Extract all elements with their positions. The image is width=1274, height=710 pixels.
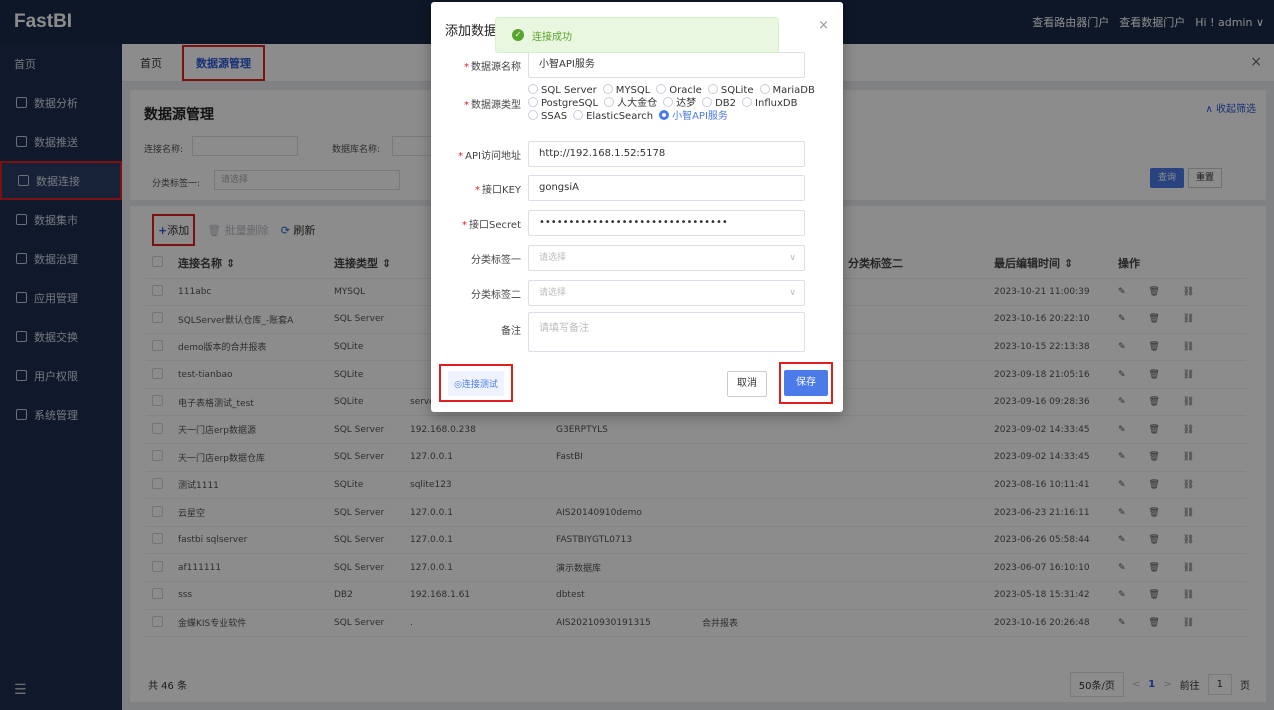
type-label: * 数据源类型 (464, 100, 521, 111)
datasource-name-input[interactable]: 小智API服务 (528, 52, 805, 78)
type-option[interactable]: SSAS (528, 110, 567, 123)
radio-icon (759, 84, 770, 94)
type-option[interactable]: InfluxDB (742, 97, 797, 110)
tag1-label: 分类标签一 (471, 255, 521, 266)
radio-icon (707, 84, 718, 94)
type-option[interactable]: ElasticSearch (573, 110, 653, 123)
tag1-row: 分类标签一 请选择 ∨ (431, 245, 843, 271)
type-option[interactable]: 小智API服务 (659, 110, 728, 123)
radio-icon (528, 97, 538, 107)
name-row: * 数据源名称 小智API服务 (431, 52, 843, 78)
radio-icon (602, 84, 613, 94)
key-label: * 接口KEY (475, 185, 521, 196)
type-option[interactable]: SQL Server (528, 84, 597, 97)
tag2-select[interactable]: 请选择 ∨ (528, 280, 805, 306)
success-toast: ✓ 连接成功 (495, 17, 779, 53)
radio-icon (663, 97, 674, 107)
check-circle-icon: ✓ (512, 29, 524, 41)
api-key-input[interactable]: gongsiA (528, 175, 805, 201)
toast-message: 连接成功 (532, 31, 572, 43)
remark-textarea[interactable]: 请填写备注 (528, 312, 805, 352)
type-option[interactable]: 人大金仓 (604, 97, 657, 110)
tag2-row: 分类标签二 请选择 ∨ (431, 280, 843, 306)
save-button[interactable]: 保存 (784, 370, 828, 396)
type-option[interactable]: MariaDB (759, 84, 815, 97)
radio-icon (656, 84, 667, 94)
radio-icon (604, 97, 615, 107)
type-option[interactable]: SQLite (707, 84, 754, 97)
tag2-label: 分类标签二 (471, 290, 521, 301)
secret-row: * 接口Secret ••••••••••••••••••••••••••••••… (431, 210, 843, 236)
type-option[interactable]: PostgreSQL (528, 97, 598, 110)
type-option[interactable]: 达梦 (663, 97, 696, 110)
datasource-type-radios: SQL Server MYSQL Oracle SQLite MariaDB Postgr… (528, 84, 828, 123)
tag1-select[interactable]: 请选择 ∨ (528, 245, 805, 271)
add-datasource-dialog: 添加数据 × * 数据源名称 小智API服务 * 数据源类型 SQL Server M… (431, 2, 843, 412)
dialog-title: 添加数据 (445, 24, 498, 39)
radio-icon (573, 110, 584, 120)
connection-test-button[interactable]: ◎连接测试 (439, 364, 513, 402)
url-row: * API访问地址 http://192.168.1.52:5178 (431, 141, 843, 167)
radio-icon (528, 110, 538, 120)
cancel-button[interactable]: 取消 (727, 371, 767, 397)
radio-icon (528, 84, 538, 94)
type-option[interactable]: MYSQL (602, 84, 650, 97)
key-row: * 接口KEY gongsiA (431, 175, 843, 201)
type-option[interactable]: Oracle (656, 84, 702, 97)
type-option[interactable]: DB2 (702, 97, 736, 110)
secret-label: * 接口Secret (462, 220, 521, 231)
remark-label: 备注 (501, 326, 521, 337)
radio-icon (742, 97, 753, 107)
api-secret-input[interactable]: •••••••••••••••••••••••••••••••• (528, 210, 805, 236)
dialog-close-icon[interactable]: × (818, 18, 829, 33)
chevron-down-icon: ∨ (789, 288, 796, 298)
url-label: * API访问地址 (458, 151, 521, 162)
name-label: * 数据源名称 (464, 62, 521, 73)
chevron-down-icon: ∨ (789, 253, 796, 263)
radio-icon (702, 97, 713, 107)
radio-icon (659, 110, 670, 120)
api-url-input[interactable]: http://192.168.1.52:5178 (528, 141, 805, 167)
